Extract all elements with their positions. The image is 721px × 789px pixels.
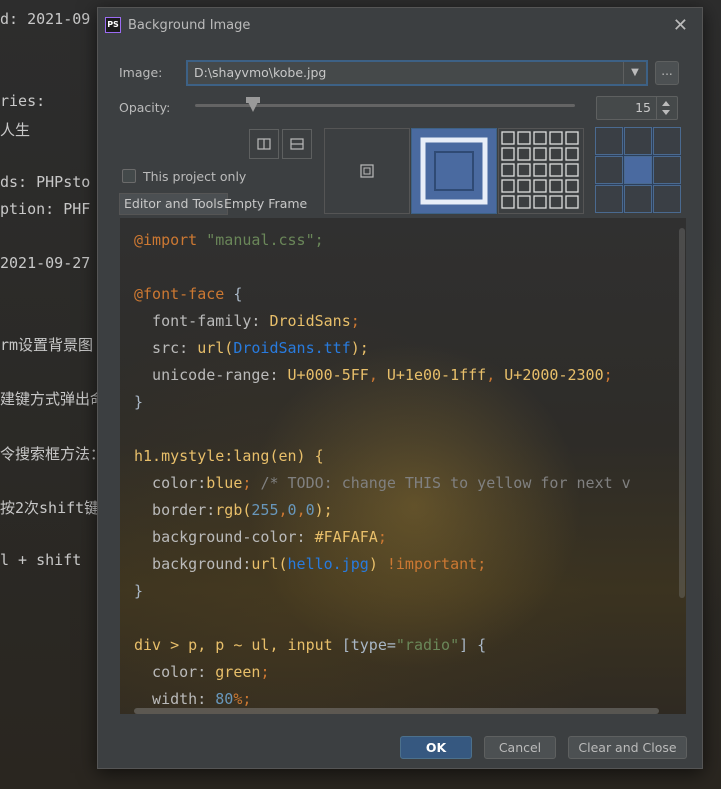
scale-mode-icon [420, 137, 488, 205]
flip-horizontal-button[interactable] [282, 129, 312, 159]
bg-code-line: rm设置背景图 [0, 336, 94, 354]
code-line: background:url(hello.jpg) !important; [134, 555, 487, 573]
code-line: div > p, p ~ ul, input [type="radio"] { [134, 636, 487, 654]
anchor-bottom-right[interactable] [653, 185, 681, 213]
split-vertical-icon [257, 138, 271, 150]
tab-editor-and-tools[interactable]: Editor and Tools [119, 193, 229, 215]
code-line: border:rgb(255,0,0); [134, 501, 333, 519]
image-label: Image: [119, 65, 163, 80]
code-line: width: 80%; [134, 690, 252, 708]
bg-code-line: l + shift [0, 551, 82, 569]
bg-code-line: 建键方式弹出命 [0, 390, 106, 408]
bg-code-line: 人生 [0, 121, 31, 139]
arrow-down-icon[interactable] [662, 110, 670, 115]
dialog-title: Background Image [128, 18, 251, 33]
anchor-top-left[interactable] [595, 127, 623, 155]
spinner-buttons[interactable] [656, 97, 677, 119]
clear-and-close-button[interactable]: Clear and Close [568, 736, 687, 759]
image-path-value: D:\shayvmo\kobe.jpg [194, 65, 327, 80]
anchor-bottom-center[interactable] [624, 185, 652, 213]
vertical-scrollbar[interactable] [678, 218, 686, 698]
code-line: @font-face { [134, 285, 243, 303]
anchor-middle-right[interactable] [653, 156, 681, 184]
this-project-only-label: This project only [143, 169, 247, 184]
bg-code-line: ds: PHPsto [0, 173, 91, 191]
code-line: color:blue; /* TODO: change THIS to yell… [134, 474, 631, 492]
code-line: h1.mystyle:lang(en) { [134, 447, 324, 465]
center-mode-icon [360, 164, 374, 178]
vertical-scrollbar-thumb[interactable] [679, 228, 685, 598]
code-line: background-color: #FAFAFA; [134, 528, 387, 546]
fill-mode-scale[interactable] [411, 128, 497, 214]
code-line: } [134, 582, 144, 600]
anchor-bottom-left[interactable] [595, 185, 623, 213]
bg-code-line: ries: [0, 92, 46, 110]
close-icon[interactable]: ✕ [673, 15, 688, 36]
background-image-dialog: PS Background Image ✕ Image: D:\shayvmo\… [97, 7, 703, 769]
flip-vertical-button[interactable] [249, 129, 279, 159]
anchor-top-center[interactable] [624, 127, 652, 155]
anchor-middle-left[interactable] [595, 156, 623, 184]
anchor-center[interactable] [624, 156, 652, 184]
fill-mode-center[interactable] [324, 128, 410, 214]
horizontal-scrollbar[interactable] [134, 708, 659, 714]
split-horizontal-icon [290, 138, 304, 150]
code-line: src: url(DroidSans.ttf); [134, 339, 369, 357]
code-line: } [134, 393, 144, 411]
fill-mode-tile[interactable] [498, 128, 584, 214]
phpstorm-app-icon: PS [105, 17, 121, 33]
cancel-button[interactable]: Cancel [484, 736, 556, 759]
code-preview-content: @import "manual.css"; @font-face { font-… [120, 218, 672, 714]
anchor-position-grid [595, 127, 681, 213]
code-preview-editor[interactable]: @import "manual.css"; @font-face { font-… [120, 218, 686, 714]
dialog-titlebar[interactable]: PS Background Image ✕ [98, 8, 702, 46]
code-line: color: green; [134, 663, 270, 681]
code-line: @import "manual.css"; [134, 231, 324, 249]
opacity-spinner[interactable]: 15 [596, 96, 678, 120]
bg-code-line: 按2次shift键 [0, 499, 100, 517]
chevron-down-icon[interactable]: ▼ [623, 62, 646, 84]
this-project-only-checkbox[interactable] [122, 169, 136, 183]
bg-code-line: 2021-09-27 [0, 254, 91, 272]
code-line: font-family: DroidSans; [134, 312, 360, 330]
tile-mode-icon [501, 131, 579, 209]
arrow-up-icon[interactable] [662, 101, 670, 106]
opacity-value: 15 [635, 100, 651, 115]
image-path-combobox[interactable]: D:\shayvmo\kobe.jpg ▼ [186, 60, 648, 86]
bg-code-line: d: 2021-09 [0, 10, 91, 28]
anchor-top-right[interactable] [653, 127, 681, 155]
bg-code-line: 令搜索框方法： [0, 445, 106, 463]
bg-code-line: ption: PHF [0, 200, 91, 218]
tab-empty-frame[interactable]: Empty Frame [224, 196, 307, 211]
browse-button[interactable]: ... [655, 61, 679, 85]
code-line: unicode-range: U+000-5FF, U+1e00-1fff, U… [134, 366, 613, 384]
ok-button[interactable]: OK [400, 736, 472, 759]
opacity-label: Opacity: [119, 100, 171, 115]
opacity-slider-thumb-point[interactable] [246, 98, 260, 112]
